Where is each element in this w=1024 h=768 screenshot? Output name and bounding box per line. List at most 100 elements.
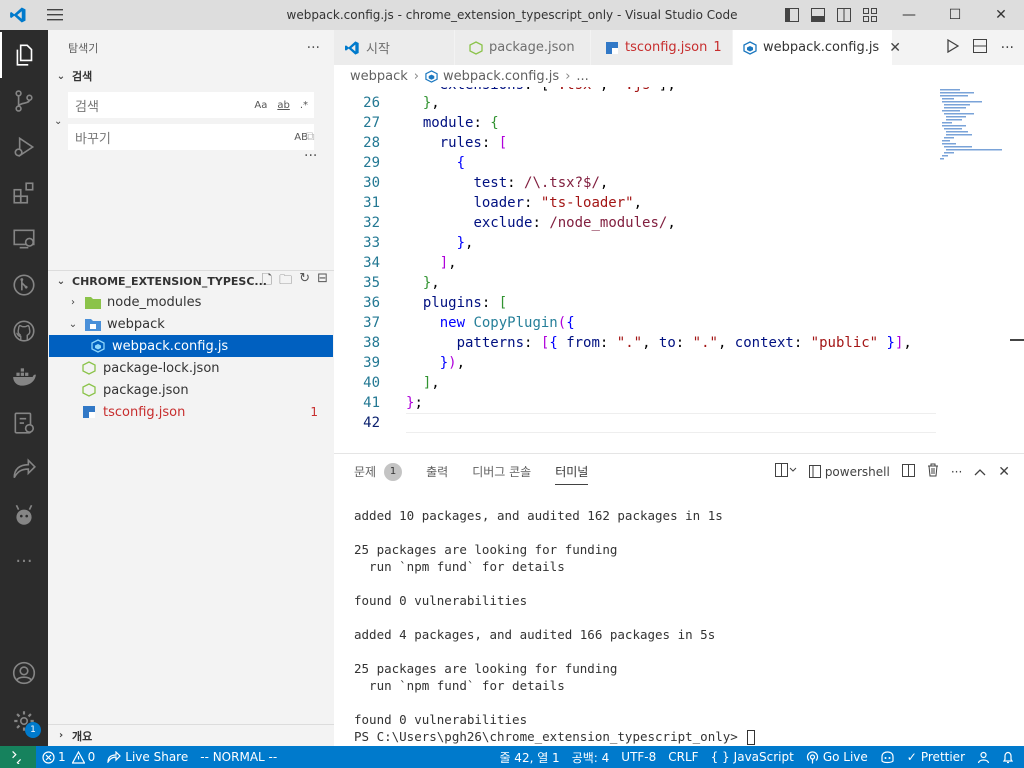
customize-layout-icon[interactable] (860, 5, 880, 25)
gitlens-icon[interactable] (0, 400, 48, 446)
prettier-status[interactable]: ✓ Prettier (901, 750, 971, 764)
terminal-line: added 10 packages, and audited 162 packa… (354, 508, 723, 523)
source-control-icon[interactable] (0, 78, 48, 124)
tab-label: 문제 (354, 465, 377, 479)
git-graph-icon[interactable] (0, 262, 48, 308)
go-live-status[interactable]: Go Live (800, 750, 874, 764)
minimize-button[interactable]: — (886, 0, 932, 30)
outline-section-header[interactable]: › 개요 (48, 724, 334, 746)
replace-input[interactable]: 바꾸기 AB (68, 124, 314, 150)
use-regex-icon[interactable]: .* (298, 100, 310, 111)
remote-indicator-icon[interactable] (0, 746, 36, 768)
split-terminal-dropdown-icon[interactable] (774, 463, 797, 480)
panel-more-icon[interactable]: ··· (951, 465, 962, 479)
terminal-line: 25 packages are looking for funding (354, 542, 618, 557)
nodejs-file-icon (80, 382, 98, 398)
chevron-right-icon: › (58, 730, 64, 741)
code-editor[interactable]: extensions: [".tsx", ".js"], 26 }, 27 mo… (334, 87, 1024, 453)
run-debug-icon[interactable] (0, 124, 48, 170)
tab-label: webpack.config.js (763, 40, 880, 55)
tab-webpack-config[interactable]: webpack.config.js ✕ (733, 30, 901, 65)
tab-debug-console[interactable]: 디버그 콘솔 (472, 454, 531, 489)
settings-gear-icon[interactable]: 1 (0, 698, 48, 744)
remote-explorer-icon[interactable] (0, 216, 48, 262)
folder-open-icon (84, 316, 102, 332)
sidebar-more-icon[interactable]: ··· (307, 40, 320, 56)
menu-hamburger-icon[interactable] (35, 0, 75, 30)
new-file-icon[interactable]: 🗋 (262, 271, 272, 293)
tree-item-package-json[interactable]: package.json (48, 379, 334, 401)
line-number: 40 (363, 375, 380, 391)
live-share-status[interactable]: Live Share (101, 750, 194, 764)
split-editor-icon[interactable] (972, 38, 987, 57)
feedback-person-icon[interactable] (971, 751, 996, 764)
tree-item-package-lock[interactable]: package-lock.json (48, 357, 334, 379)
terminal-line: found 0 vulnerabilities (354, 712, 528, 727)
search-details-toggle-icon[interactable]: ··· (304, 148, 317, 164)
toggle-sidebar-icon[interactable] (782, 5, 802, 25)
line-number: 27 (363, 115, 380, 131)
check-double-icon: ✓ (906, 750, 917, 764)
split-terminal-icon[interactable] (901, 463, 915, 480)
close-tab-icon[interactable]: ✕ (889, 40, 901, 56)
tree-item-node-modules[interactable]: › node_modules (48, 291, 334, 313)
line-number: 34 (363, 255, 380, 271)
minimap[interactable] (938, 87, 1010, 177)
problems-status[interactable]: 1 0 (36, 750, 101, 764)
search-section-header[interactable]: ⌄ 검색 (48, 65, 334, 87)
close-window-button[interactable]: ✕ (978, 0, 1024, 30)
vscode-logo-icon (0, 0, 35, 30)
kill-terminal-trash-icon[interactable] (927, 463, 939, 480)
tab-output[interactable]: 출력 (426, 454, 448, 489)
close-panel-icon[interactable]: ✕ (998, 464, 1010, 480)
replace-all-icon[interactable]: ⧉ (306, 129, 315, 144)
pets-icon[interactable] (0, 492, 48, 538)
extensions-icon[interactable] (0, 170, 48, 216)
tab-welcome[interactable]: 시작 (334, 30, 455, 65)
cursor-position-status[interactable]: 줄 42, 열 1 (493, 749, 565, 766)
new-folder-icon[interactable]: 🗀 (279, 271, 292, 293)
search-input[interactable]: 검색 Aa ab .* (68, 92, 314, 118)
terminal-shell-selector[interactable]: powershell (808, 465, 890, 479)
github-icon[interactable] (0, 308, 48, 354)
account-icon[interactable] (0, 650, 48, 696)
maximize-panel-icon[interactable] (974, 465, 986, 479)
tree-item-webpack-config[interactable]: webpack.config.js (49, 335, 333, 357)
docker-icon[interactable] (0, 354, 48, 400)
notifications-bell-icon[interactable] (996, 751, 1024, 764)
copilot-icon[interactable] (874, 750, 901, 764)
replace-toggle-icon[interactable]: ⌄ (54, 116, 62, 127)
encoding-status[interactable]: UTF-8 (615, 750, 662, 764)
eol-status[interactable]: CRLF (662, 750, 704, 764)
problem-count-badge: 1 (310, 405, 318, 419)
live-share-icon[interactable] (0, 446, 48, 492)
line-number: 38 (363, 335, 380, 351)
breadcrumb-more[interactable]: ... (576, 69, 588, 84)
live-share-label: Live Share (125, 750, 189, 764)
tree-item-tsconfig[interactable]: tsconfig.json 1 (48, 401, 334, 423)
tab-terminal[interactable]: 터미널 (555, 454, 589, 489)
toggle-panel-icon[interactable] (808, 5, 828, 25)
more-icon[interactable]: ··· (0, 538, 48, 584)
language-mode-status[interactable]: { } JavaScript (705, 750, 800, 764)
tab-tsconfig[interactable]: tsconfig.json 1 (591, 30, 733, 65)
editor-more-icon[interactable]: ··· (1001, 40, 1014, 56)
status-bar: 1 0 Live Share -- NORMAL -- 줄 42, 열 1 공백… (0, 746, 1024, 768)
terminal-prompt[interactable]: PS C:\Users\pgh26\chrome_extension_types… (354, 729, 756, 745)
collapse-all-icon[interactable]: ⊟ (317, 271, 328, 293)
tab-package-json[interactable]: package.json (455, 30, 591, 65)
run-icon[interactable] (946, 38, 959, 57)
explorer-icon[interactable] (0, 32, 48, 78)
breadcrumb-file[interactable]: webpack.config.js (443, 69, 559, 84)
refresh-icon[interactable]: ↻ (299, 271, 310, 293)
explorer-section-header[interactable]: ⌄ CHROME_EXTENSION_TYPESC... 🗋 🗀 ↻ ⊟ (48, 270, 334, 292)
maximize-button[interactable]: ☐ (932, 0, 978, 30)
match-whole-word-icon[interactable]: ab (275, 100, 291, 111)
breadcrumb-folder[interactable]: webpack (350, 69, 408, 84)
tree-item-webpack-folder[interactable]: ⌄ webpack (48, 313, 334, 335)
tab-problems[interactable]: 문제 1 (354, 454, 403, 489)
scrollbar-position-marker[interactable] (1010, 339, 1024, 341)
match-case-icon[interactable]: Aa (252, 100, 269, 111)
indentation-status[interactable]: 공백: 4 (566, 749, 616, 766)
toggle-secondary-sidebar-icon[interactable] (834, 5, 854, 25)
